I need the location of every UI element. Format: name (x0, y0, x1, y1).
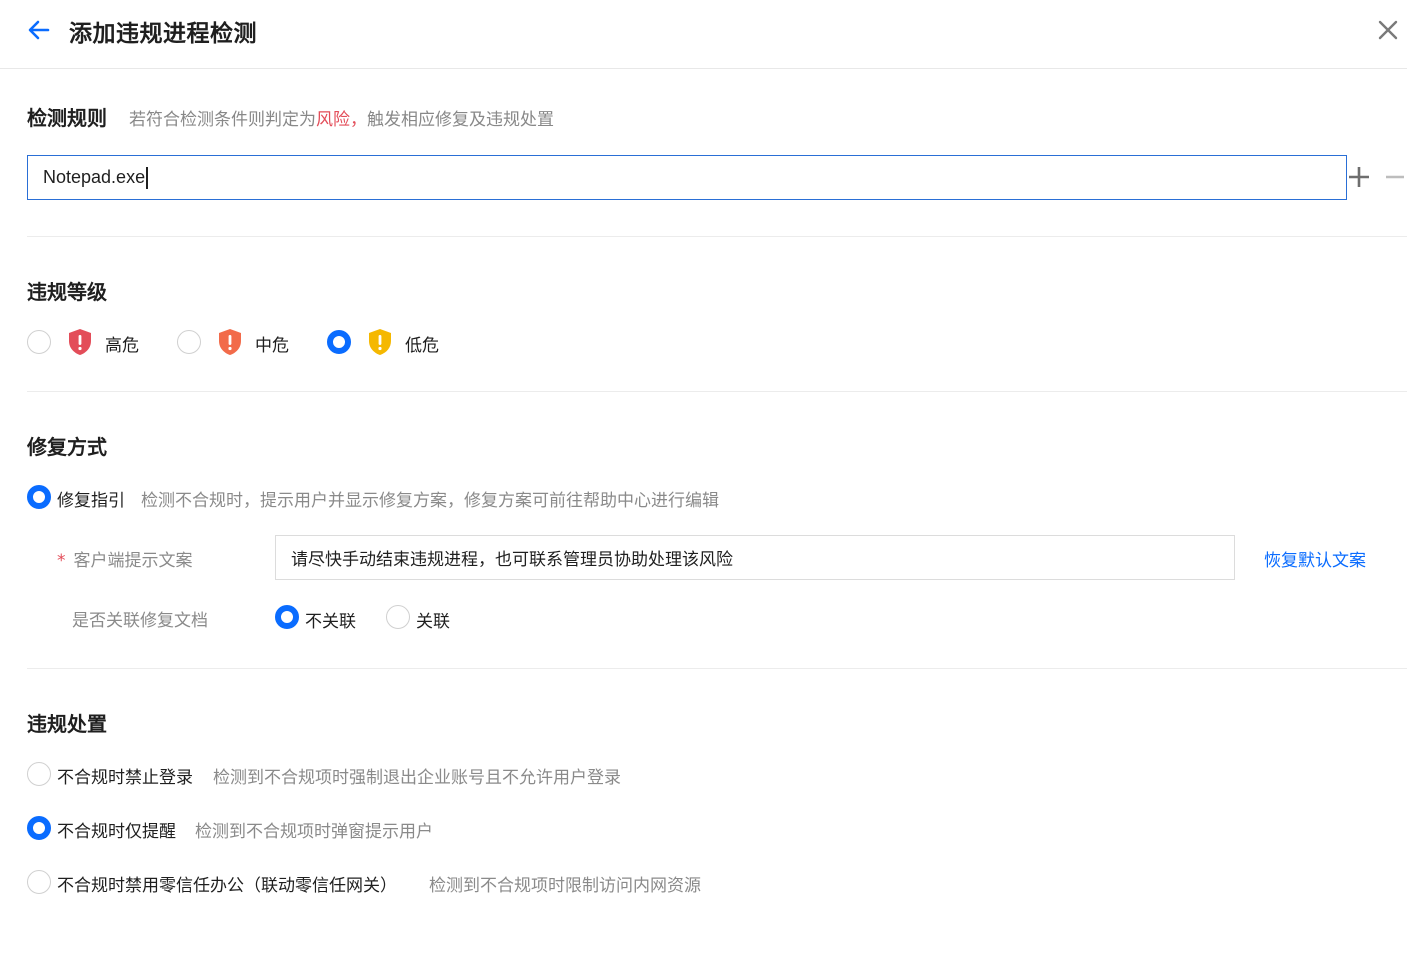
link-doc-radio[interactable] (386, 605, 410, 629)
close-icon[interactable] (1376, 18, 1400, 42)
minus-icon[interactable] (1383, 165, 1407, 189)
text-caret (146, 166, 149, 189)
shield-alert-low-icon (369, 329, 391, 355)
level-medium-label: 中危 (255, 336, 289, 356)
detection-rule-desc-suffix: 触发相应修复及违规处置 (367, 110, 554, 130)
disposal-block-login-radio[interactable] (27, 762, 51, 786)
shield-alert-high-icon (69, 329, 91, 355)
client-hint-value: 请尽快手动结束违规进程，也可联系管理员协助处理该风险 (291, 550, 733, 570)
disposal-block-login-desc: 检测到不合规项时强制退出企业账号且不允许用户登录 (213, 768, 621, 788)
repair-guide-radio[interactable] (27, 485, 51, 509)
restore-default-link[interactable]: 恢复默认文案 (1264, 546, 1366, 571)
disposal-zero-trust-label: 不合规时禁用零信任办公（联动零信任网关） (57, 876, 397, 896)
level-medium-radio[interactable] (177, 330, 201, 354)
divider (27, 668, 1407, 669)
dialog-header: 添加违规进程检测 (0, 0, 1407, 69)
link-doc-option-label: 关联 (416, 612, 450, 632)
rule-input[interactable]: Notepad.exe (27, 155, 1347, 200)
divider (27, 391, 1407, 392)
shield-alert-medium-icon (219, 329, 241, 355)
level-high-label: 高危 (105, 336, 139, 356)
plus-icon[interactable] (1347, 165, 1371, 189)
disposal-remind-label: 不合规时仅提醒 (57, 822, 176, 842)
repair-title: 修复方式 (27, 435, 107, 459)
rule-input-value: Notepad.exe (43, 167, 146, 187)
detection-rule-desc-prefix: 若符合检测条件则判定为 (129, 110, 316, 130)
disposal-zero-trust-radio[interactable] (27, 870, 51, 894)
arrow-left-icon[interactable] (26, 17, 52, 43)
violation-level-title: 违规等级 (27, 280, 107, 304)
repair-guide-label: 修复指引 (57, 491, 125, 511)
no-link-doc-radio[interactable] (275, 605, 299, 629)
detection-rule-title: 检测规则 (27, 106, 107, 130)
detection-rule-desc: 若符合检测条件则判定为风险，触发相应修复及违规处置 (129, 105, 554, 130)
repair-guide-desc: 检测不合规时，提示用户并显示修复方案，修复方案可前往帮助中心进行编辑 (141, 491, 719, 511)
disposal-title: 违规处置 (27, 712, 107, 736)
required-mark: * (57, 551, 66, 571)
disposal-block-login-label: 不合规时禁止登录 (57, 768, 193, 788)
disposal-remind-desc: 检测到不合规项时弹窗提示用户 (195, 822, 433, 842)
level-low-label: 低危 (405, 336, 439, 356)
disposal-zero-trust-desc: 检测到不合规项时限制访问内网资源 (429, 876, 701, 896)
client-hint-label: * 客户端提示文案 (57, 546, 193, 571)
divider (27, 236, 1407, 237)
client-hint-label-text: 客户端提示文案 (73, 551, 193, 571)
client-hint-input[interactable]: 请尽快手动结束违规进程，也可联系管理员协助处理该风险 (275, 535, 1235, 580)
disposal-remind-radio[interactable] (27, 816, 51, 840)
level-high-radio[interactable] (27, 330, 51, 354)
detection-rule-desc-risk: 风险， (316, 110, 367, 130)
link-doc-label: 是否关联修复文档 (72, 611, 208, 631)
no-link-doc-label: 不关联 (305, 612, 356, 632)
level-low-radio[interactable] (327, 330, 351, 354)
page-title: 添加违规进程检测 (69, 21, 257, 47)
